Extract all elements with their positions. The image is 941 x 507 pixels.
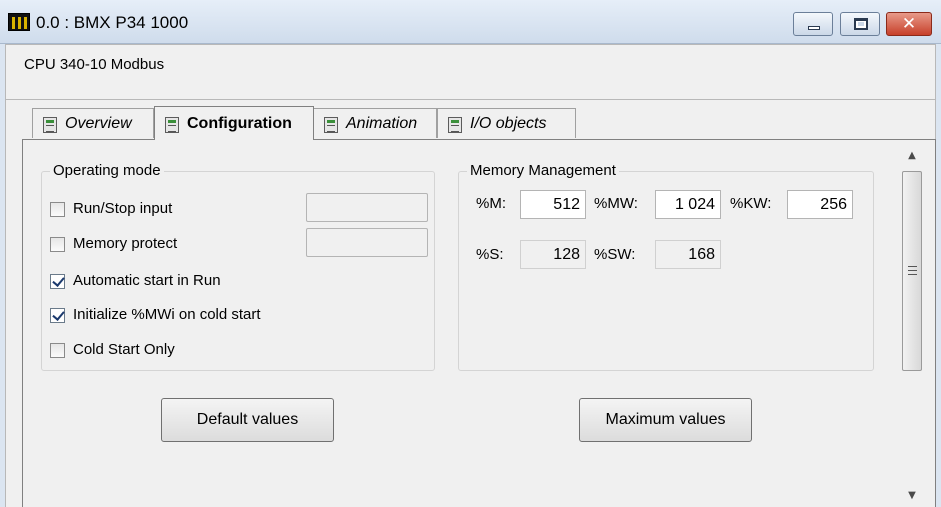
module-description-panel: CPU 340-10 Modbus xyxy=(5,44,936,100)
tab-label: Overview xyxy=(65,115,132,132)
checkbox-label: Run/Stop input xyxy=(73,200,173,217)
checkbox-box[interactable] xyxy=(50,343,65,358)
checkbox-label: Memory protect xyxy=(73,235,178,252)
maximize-button[interactable] xyxy=(840,12,880,36)
checkbox-box[interactable] xyxy=(50,202,65,217)
module-icon xyxy=(324,117,338,133)
m-label: %M: xyxy=(476,195,506,212)
memory-management-group: Memory Management %M: 512 %MW: 1 024 %KW… xyxy=(458,162,874,371)
module-icon xyxy=(448,117,462,133)
tab-overview[interactable]: Overview xyxy=(32,108,154,138)
minimize-button[interactable] xyxy=(793,12,833,36)
s-value: 128 xyxy=(520,240,586,269)
scroll-up-icon[interactable]: ▲ xyxy=(901,147,923,165)
tab-label: Animation xyxy=(346,115,418,132)
checkbox-box[interactable] xyxy=(50,308,65,323)
module-description: CPU 340-10 Modbus xyxy=(24,56,165,73)
memory-protect-address-field xyxy=(306,228,428,257)
mw-label: %MW: xyxy=(594,195,638,212)
grip-icon xyxy=(908,266,917,275)
module-icon xyxy=(165,117,179,133)
configuration-panel: Operating mode Run/Stop input Memory pro… xyxy=(22,139,936,507)
kw-label: %KW: xyxy=(730,195,772,212)
sw-label: %SW: xyxy=(594,246,636,263)
m-input[interactable]: 512 xyxy=(520,190,586,219)
s-label: %S: xyxy=(476,246,504,263)
tab-label: Configuration xyxy=(187,115,292,132)
group-title: Operating mode xyxy=(50,162,164,179)
checkbox-label: Initialize %MWi on cold start xyxy=(73,306,261,323)
scroll-thumb[interactable] xyxy=(902,171,922,371)
title-bar[interactable]: 0.0 : BMX P34 1000 ✕ xyxy=(0,0,941,44)
scroll-down-icon[interactable]: ▼ xyxy=(901,487,923,505)
checkbox-label: Automatic start in Run xyxy=(73,272,221,289)
tab-io-objects[interactable]: I/O objects xyxy=(437,108,576,138)
operating-mode-group: Operating mode Run/Stop input Memory pro… xyxy=(41,162,435,371)
window-title: 0.0 : BMX P34 1000 xyxy=(36,13,189,32)
maximum-values-button[interactable]: Maximum values xyxy=(579,398,752,442)
tab-animation[interactable]: Animation xyxy=(313,108,437,138)
kw-input[interactable]: 256 xyxy=(787,190,853,219)
tab-label: I/O objects xyxy=(470,115,547,132)
checkbox-box[interactable] xyxy=(50,274,65,289)
minimize-icon xyxy=(808,26,820,30)
checkbox-box[interactable] xyxy=(50,237,65,252)
run-stop-address-field xyxy=(306,193,428,222)
tab-configuration[interactable]: Configuration xyxy=(154,106,314,140)
module-icon xyxy=(43,117,57,133)
vertical-scrollbar[interactable]: ▲ ▼ xyxy=(901,147,923,507)
mw-input[interactable]: 1 024 xyxy=(655,190,721,219)
close-icon: ✕ xyxy=(901,14,917,34)
close-button[interactable]: ✕ xyxy=(886,12,932,36)
plc-rack-icon xyxy=(8,13,30,31)
checkbox-label: Cold Start Only xyxy=(73,341,175,358)
default-values-button[interactable]: Default values xyxy=(161,398,334,442)
sw-value: 168 xyxy=(655,240,721,269)
group-title: Memory Management xyxy=(467,162,619,179)
maximize-icon xyxy=(854,18,868,30)
